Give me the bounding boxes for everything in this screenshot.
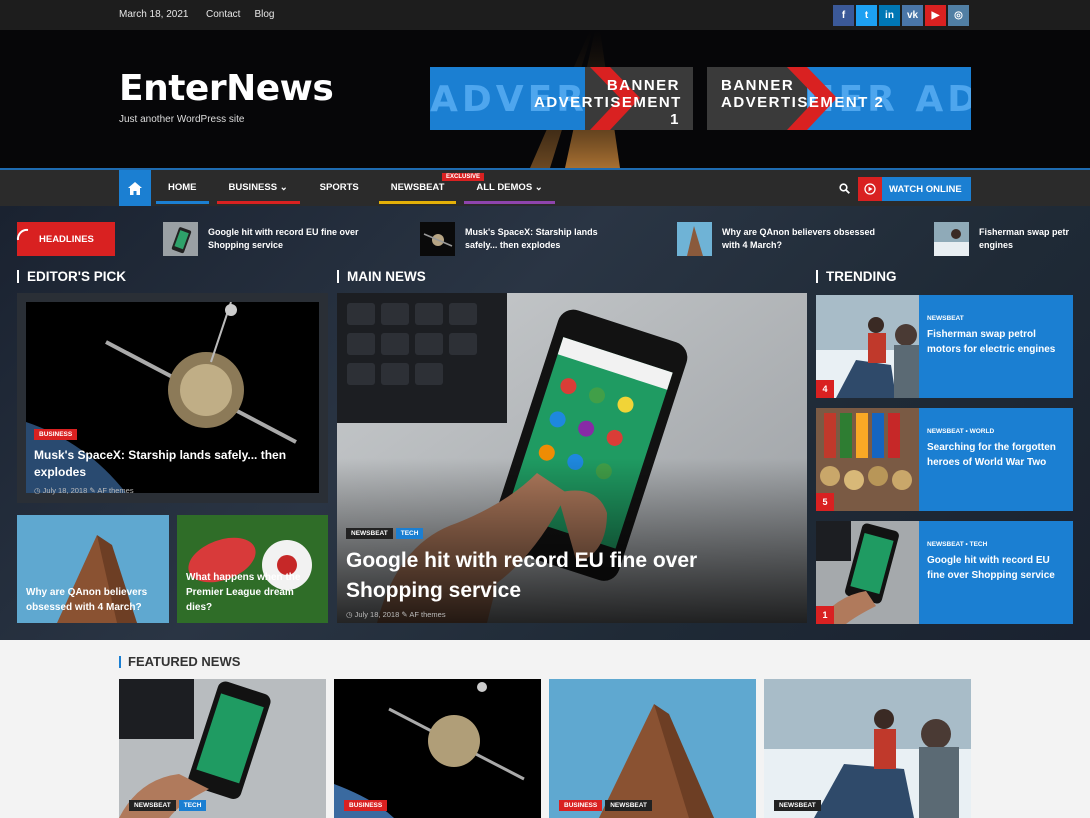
- watch-online-button[interactable]: WATCH ONLINE: [858, 177, 971, 201]
- banner-line2: ADVERTISEMENT 2: [721, 94, 885, 111]
- trending-title[interactable]: Fisherman swap petrol motors for electri…: [927, 327, 1067, 357]
- headline-item[interactable]: Musk's SpaceX: Starship lands safely... …: [420, 222, 625, 256]
- headline-item[interactable]: Why are QAnon believers obsessed with 4 …: [677, 222, 882, 256]
- headline-thumb-phone: [163, 222, 198, 256]
- site-tagline: Just another WordPress site: [119, 114, 245, 125]
- editors-small-card[interactable]: Why are QAnon believers obsessed with 4 …: [17, 515, 169, 623]
- facebook-icon[interactable]: f: [833, 5, 854, 26]
- nav-item-home[interactable]: HOME: [156, 182, 209, 204]
- featured-card[interactable]: BUSINESS: [334, 679, 541, 818]
- watch-online-label: WATCH ONLINE: [889, 183, 962, 195]
- banner-ad-1[interactable]: ADVERTISEMENT BANNER ADVERTISEMENT 1: [430, 67, 693, 130]
- editors-pick-title: EDITOR'S PICK: [17, 270, 126, 283]
- clock-icon: ◷: [346, 610, 355, 619]
- category-tag[interactable]: BUSINESS: [559, 800, 603, 811]
- trending-item[interactable]: 5 NEWSBEAT • WORLD Searching for the for…: [816, 408, 1073, 511]
- category-tag[interactable]: TECH: [178, 800, 207, 811]
- main-news-card[interactable]: NEWSBEAT TECH Google hit with record EU f…: [337, 293, 807, 623]
- search-icon[interactable]: [839, 181, 850, 199]
- nav-item-newsbeat[interactable]: NEWSBEAT: [378, 182, 457, 204]
- article-meta: ◷ July 18, 2018 ✎ AF themes: [346, 610, 446, 619]
- banner-ad-2[interactable]: BANNER ADV BANNER ADVERTISEMENT 2: [707, 67, 971, 130]
- headline-thumb-building: [677, 222, 712, 256]
- category-tag[interactable]: TECH: [395, 528, 424, 539]
- featured-news-title: FEATURED NEWS: [119, 655, 240, 668]
- article-title[interactable]: What happens when the Premier League dre…: [186, 570, 321, 615]
- article-title[interactable]: Musk's SpaceX: Starship lands safely... …: [34, 447, 314, 481]
- trending-title[interactable]: Google hit with record EU fine over Shop…: [927, 553, 1067, 583]
- trending-category[interactable]: NEWSBEAT • WORLD: [927, 428, 1067, 435]
- banner-line1: BANNER: [721, 77, 795, 94]
- instagram-icon[interactable]: ◎: [948, 5, 969, 26]
- top-bar: March 18, 2021 Contact Blog f t in vk ▶ …: [0, 0, 1090, 30]
- headline-item[interactable]: Google hit with record EU fine over Shop…: [163, 222, 368, 256]
- headlines-label: HEADLINES: [16, 222, 115, 256]
- category-tag[interactable]: BUSINESS: [344, 800, 388, 811]
- youtube-icon[interactable]: ▶: [925, 5, 946, 26]
- trending-title[interactable]: Searching for the forgotten heroes of Wo…: [927, 440, 1067, 470]
- category-tag[interactable]: NEWSBEAT: [774, 800, 821, 811]
- exclusive-badge: EXCLUSIVE: [442, 173, 485, 181]
- twitter-icon[interactable]: t: [856, 5, 877, 26]
- linkedin-icon[interactable]: in: [879, 5, 900, 26]
- home-icon[interactable]: [119, 170, 151, 206]
- vk-icon[interactable]: vk: [902, 5, 923, 26]
- category-tag[interactable]: BUSINESS: [34, 429, 78, 440]
- contact-link[interactable]: Contact: [206, 9, 240, 20]
- category-tag[interactable]: NEWSBEAT: [605, 800, 652, 811]
- current-date: March 18, 2021: [119, 9, 189, 20]
- blog-link[interactable]: Blog: [254, 9, 274, 20]
- nav-item-sports[interactable]: SPORTS: [320, 182, 359, 203]
- main-news-title: MAIN NEWS: [337, 270, 426, 283]
- article-meta: ◷ July 18, 2018 ✎ AF themes: [34, 486, 134, 495]
- trending-category[interactable]: NEWSBEAT: [927, 315, 1067, 322]
- headlines-icon: [16, 228, 29, 241]
- trending-category[interactable]: NEWSBEAT • TECH: [927, 541, 1067, 548]
- trending-rank: 5: [816, 493, 834, 511]
- category-tag[interactable]: NEWSBEAT: [129, 800, 176, 811]
- main-nav: HOME BUSINESS ⌄ SPORTS NEWSBEAT ALL DEMO…: [0, 168, 1090, 206]
- trending-rank: 1: [816, 606, 834, 624]
- featured-card[interactable]: NEWSBEAT TECH: [119, 679, 326, 818]
- site-logo[interactable]: EnterNews: [119, 68, 334, 109]
- trending-item[interactable]: 1 NEWSBEAT • TECH Google hit with record…: [816, 521, 1073, 624]
- top-links: Contact Blog: [206, 9, 274, 20]
- article-title[interactable]: Why are QAnon believers obsessed with 4 …: [26, 585, 166, 615]
- nav-item-all-demos[interactable]: ALL DEMOS ⌄: [464, 182, 555, 204]
- site-header: EnterNews Just another WordPress site AD…: [0, 30, 1090, 168]
- editors-pick-card[interactable]: BUSINESS Musk's SpaceX: Starship lands s…: [17, 293, 328, 503]
- trending-item[interactable]: 4 NEWSBEAT Fisherman swap petrol motors …: [816, 295, 1073, 398]
- main-article-title[interactable]: Google hit with record EU fine over Shop…: [346, 546, 786, 606]
- trending-title: TRENDING: [816, 270, 897, 283]
- editors-small-card[interactable]: What happens when the Premier League dre…: [177, 515, 328, 623]
- trending-rank: 4: [816, 380, 834, 398]
- clock-icon: ◷: [34, 486, 43, 495]
- headline-thumb-satellite: [420, 222, 455, 256]
- category-tag[interactable]: NEWSBEAT: [346, 528, 393, 539]
- featured-card[interactable]: BUSINESS NEWSBEAT: [549, 679, 756, 818]
- banner-line1: BANNER: [606, 77, 680, 94]
- nav-menu: HOME BUSINESS ⌄ SPORTS NEWSBEAT ALL DEMO…: [156, 182, 575, 204]
- featured-card[interactable]: NEWSBEAT: [764, 679, 971, 818]
- nav-item-business[interactable]: BUSINESS ⌄: [216, 182, 300, 204]
- banner-line2: ADVERTISEMENT 1: [534, 94, 682, 128]
- social-links: f t in vk ▶ ◎: [833, 5, 969, 26]
- headline-thumb-boat: [934, 222, 969, 256]
- play-icon: [858, 177, 882, 201]
- headline-item[interactable]: Fisherman swap petr engines: [934, 222, 1079, 256]
